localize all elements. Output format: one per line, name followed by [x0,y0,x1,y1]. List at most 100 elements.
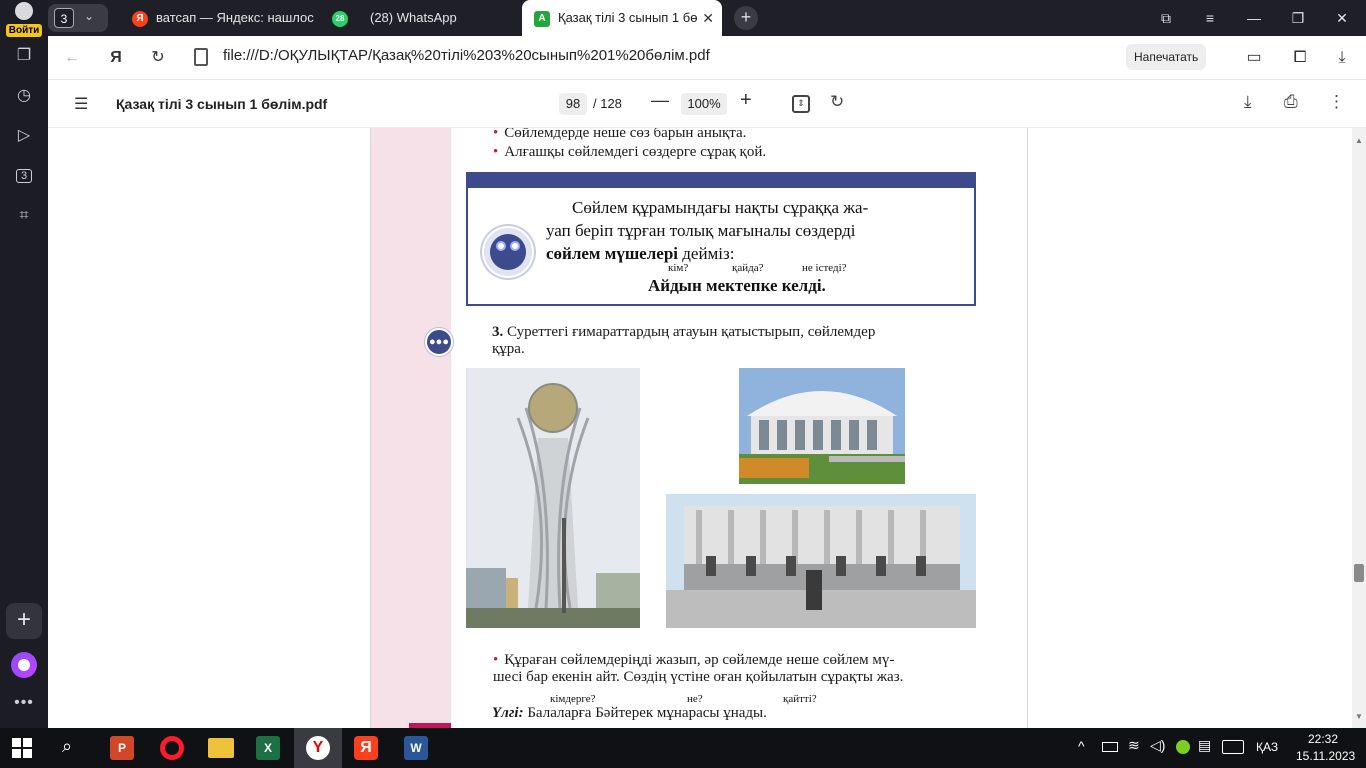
example-sentence: Айдын мектепке келді. [648,276,826,295]
print-page-button[interactable]: Напечатать [1126,44,1207,70]
sample-question-3: қайтті? [783,693,817,705]
taskbar: ⌕ P X Y Я W ^ ≋ ◁) ▤ ҚАЗ 22:32 15.11.202… [0,728,1366,768]
yandex-icon[interactable]: Я [354,736,378,760]
url-field[interactable]: file:///D:/ОҚУЛЫҚТАР/Қазақ%20тілі%203%20… [223,47,710,64]
tab-label: ватсап — Яндекс: нашлос [156,10,314,25]
baiterek-tower-photo [466,368,640,628]
question-who: кім? [668,262,689,274]
tray-chevron-icon[interactable]: ^ [1078,738,1085,754]
clock-time[interactable]: 22:32 [1308,732,1338,746]
wifi-icon[interactable]: ≋ [1128,737,1140,754]
page-number-input[interactable]: 98 [559,93,587,115]
pdf-menu-icon[interactable]: ☰ [74,94,88,114]
rotate-icon[interactable]: ↻ [830,92,844,112]
sample-sentence: Үлгі: Балаларға Бәйтерек мұнарасы ұнады. [492,705,767,721]
more-icon[interactable]: ••• [12,694,36,712]
language-indicator[interactable]: ҚАЗ [1256,740,1278,754]
question-where: қайда? [732,262,764,274]
bullet-3-text: • Құраған сөйлемдеріңді жазып, әр сөйлемд… [493,652,904,685]
opera-icon[interactable] [160,736,184,760]
bullet-line-2: • Алғашқы сөйлемдегі сөздерге сұрақ қой. [493,144,767,160]
vertical-scrollbar[interactable]: ▲ ▼ [1352,128,1366,728]
volume-icon[interactable]: ◁) [1150,737,1165,754]
bullet-line-1: • Сөйлемдерде неше сөз барын анықта. [493,128,747,141]
definition-box: Сөйлем құрамындағы нақты сұраққа жа- уап… [466,172,976,306]
alice-assistant-icon[interactable] [11,652,37,678]
powerpoint-icon[interactable]: P [110,736,134,760]
tab-label: (28) WhatsApp [370,10,457,25]
close-window-button[interactable]: ✕ [1322,0,1362,36]
battery-icon[interactable] [1102,742,1118,752]
tab-pdf-active[interactable]: A Қазақ тілі 3 сынып 1 бө ✕ [522,0,722,36]
tab-label: Қазақ тілі 3 сынып 1 бө [558,10,698,25]
zoom-in-button[interactable]: + [740,89,752,112]
theatre-building-photo [666,494,976,628]
page-margin-band [371,128,451,728]
word-icon[interactable]: W [404,736,428,760]
excel-icon[interactable]: X [256,736,280,760]
group-work-icon: ●●● [425,328,453,356]
whatsapp-favicon-icon: 28 [332,10,348,27]
fit-page-icon[interactable]: ⇕ [792,95,810,113]
pdf-viewer[interactable]: • Сөйлемдерде неше сөз барын анықта. • Алғ… [48,128,1352,728]
notes-icon[interactable]: ▤ [1198,737,1211,754]
circus-building-photo [739,368,905,484]
bookmarks-icon[interactable]: ⧉ [1146,0,1186,36]
more-options-icon[interactable]: ⋮ [1328,92,1345,112]
tab-group-button[interactable]: 3 ⌄ [48,4,108,32]
login-label: Войти [5,24,43,37]
file-icon [194,48,208,66]
sample-question-2: не? [687,693,703,705]
minimize-button[interactable]: — [1234,0,1274,36]
pdf-toolbar: ☰ Қазақ тілі 3 сынып 1 бөлім.pdf 98 / 12… [48,80,1366,128]
extensions-icon[interactable]: ⧠ [1288,46,1312,70]
print-icon[interactable]: ⎙ [1284,92,1298,112]
yandex-browser-taskbar-icon[interactable]: Y [294,728,342,768]
add-panel-button[interactable]: + [6,603,42,639]
tab-yandex-search[interactable]: Яватсап — Яндекс: нашлос [132,0,314,36]
video-icon[interactable]: ▷ [12,124,36,148]
definition-box-header [468,174,974,188]
back-icon[interactable]: ← [60,46,84,70]
tab-group-count: 3 [54,8,74,28]
pdf-title: Қазақ тілі 3 сынып 1 бөлім.pdf [116,96,328,112]
history-icon[interactable]: ◷ [12,84,36,108]
zoom-out-button[interactable]: — [651,90,669,111]
address-bar: ← Я ↻ file:///D:/ОҚУЛЫҚТАР/Қазақ%20тілі%… [48,36,1366,80]
tab-whatsapp[interactable]: 28 (28) WhatsApp [332,0,512,36]
kaspersky-icon[interactable] [1176,740,1190,754]
new-tab-button[interactable]: + [734,6,758,30]
menu-icon[interactable]: ≡ [1190,0,1230,36]
downloads-icon[interactable]: ⤓ [1330,46,1354,70]
avatar [15,2,33,20]
start-button[interactable] [12,738,32,758]
sample-question-1: кімдерге? [550,693,596,705]
scroll-down-icon[interactable]: ▼ [1355,712,1363,721]
collections-icon[interactable]: ❐ [12,44,36,68]
battery-saver-icon[interactable]: ▭ [1242,46,1266,70]
tab-bar: 3 ⌄ Яватсап — Яндекс: нашлос 28 (28) What… [48,0,1366,36]
clock-date[interactable]: 15.11.2023 [1296,749,1355,763]
chevron-down-icon: ⌄ [84,9,95,23]
screenshot-icon[interactable]: ⌗ [12,204,36,228]
yandex-favicon-icon: Я [132,10,148,27]
yandex-logo-icon[interactable]: Я [104,46,128,70]
owl-icon [482,226,534,278]
task-3-text: 3. Суреттегі ғимараттардың атауын қатыст… [492,324,876,357]
tabs-count-icon[interactable]: 3 [12,164,36,188]
scroll-thumb[interactable] [1354,564,1364,582]
download-pdf-icon[interactable]: ⤓ [1244,92,1252,112]
keyboard-icon[interactable] [1222,740,1244,754]
file-explorer-icon[interactable] [208,738,234,758]
login-button[interactable]: Войти [4,2,44,37]
pdf-favicon-icon: A [534,10,550,27]
question-what-did: не істеді? [802,262,847,274]
scroll-up-icon[interactable]: ▲ [1355,136,1363,145]
zoom-level[interactable]: 100% [681,93,727,115]
close-tab-icon[interactable]: ✕ [702,0,714,36]
browser-sidebar: Войти ❐ ◷ ▷ 3 ⌗ + ••• [0,0,48,728]
reload-icon[interactable]: ↻ [146,46,170,70]
page-total: / 128 [593,96,622,111]
search-icon[interactable]: ⌕ [62,736,72,757]
restore-button[interactable]: ❐ [1278,0,1318,36]
